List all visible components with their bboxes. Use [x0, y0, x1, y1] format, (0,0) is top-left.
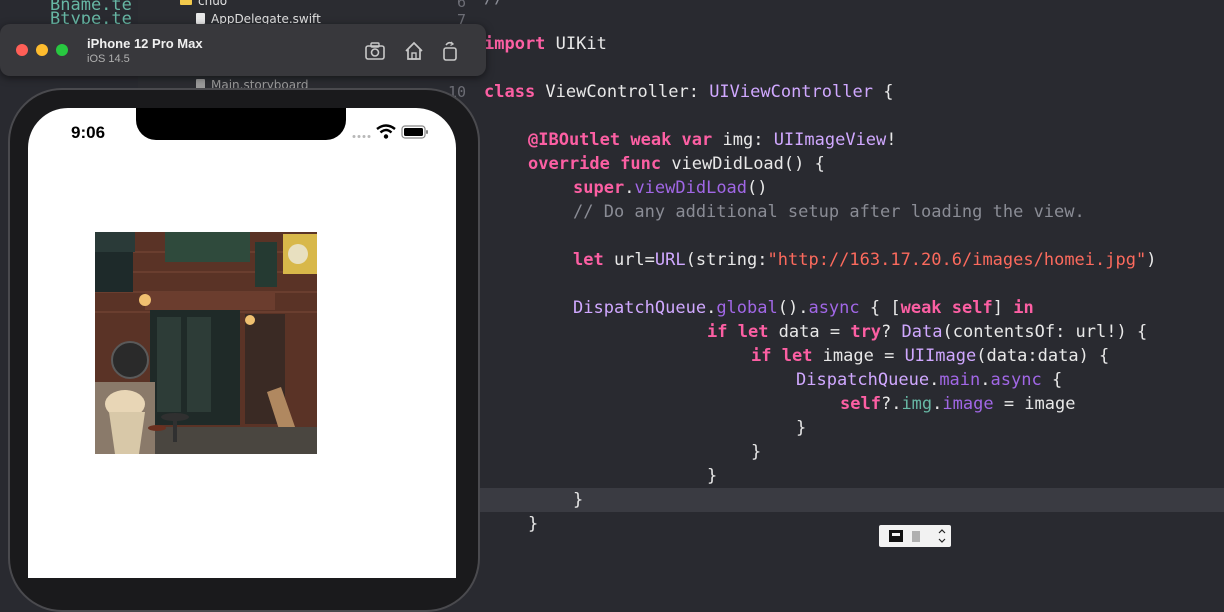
code-line: let url=URL(string:"http://163.17.20.6/i…: [573, 250, 1157, 270]
swift-file-icon: [196, 13, 205, 24]
code-line: }: [528, 514, 539, 534]
code-line: import UIKit: [484, 34, 607, 54]
code-line: if let data = try? Data(contentsOf: url!…: [707, 322, 1148, 342]
code-line: }: [751, 442, 762, 462]
image-view: [95, 232, 317, 454]
wifi-icon: [376, 124, 396, 139]
zoom-window-button[interactable]: [56, 44, 68, 56]
code-line: override func viewDidLoad() {: [528, 154, 825, 174]
code-line: // Do any additional setup after loading…: [573, 202, 1085, 222]
device-name: iPhone 12 Pro Max: [87, 36, 203, 51]
minimize-window-button[interactable]: [36, 44, 48, 56]
code-line: }: [707, 466, 718, 486]
simulator-toolbar: iPhone 12 Pro Max iOS 14.5: [0, 24, 486, 76]
current-line-highlight: [474, 488, 1224, 512]
close-window-button[interactable]: [16, 44, 28, 56]
code-line: }: [796, 418, 807, 438]
code-line: DispatchQueue.main.async {: [796, 370, 1063, 390]
code-line: DispatchQueue.global().async { [weak sel…: [573, 298, 1034, 318]
code-line: }: [573, 490, 584, 510]
screenshot-icon[interactable]: [364, 40, 386, 62]
cellular-signal-icon: [352, 135, 371, 138]
rotate-icon[interactable]: [439, 40, 461, 62]
folder-icon: [180, 0, 192, 5]
nav-folder[interactable]: chuo: [180, 0, 227, 10]
device-notch: [136, 108, 346, 140]
status-bar-time: 9:06: [71, 123, 106, 142]
code-line: if let image = UIImage(data:data) {: [751, 346, 1110, 366]
code-line: //: [484, 0, 504, 10]
code-line: self?.img.image = image: [840, 394, 1076, 414]
storefront-photo: [95, 232, 317, 454]
code-line: super.viewDidLoad(): [573, 178, 768, 198]
control-glyphs: [889, 529, 946, 543]
appearance-control[interactable]: [879, 525, 951, 547]
home-icon[interactable]: [403, 40, 425, 62]
battery-icon: [401, 125, 428, 139]
os-version: iOS 14.5: [87, 53, 130, 65]
code-line: class ViewController: UIViewController {: [484, 82, 894, 102]
code-line: @IBOutlet weak var img: UIImageView!: [528, 130, 897, 150]
